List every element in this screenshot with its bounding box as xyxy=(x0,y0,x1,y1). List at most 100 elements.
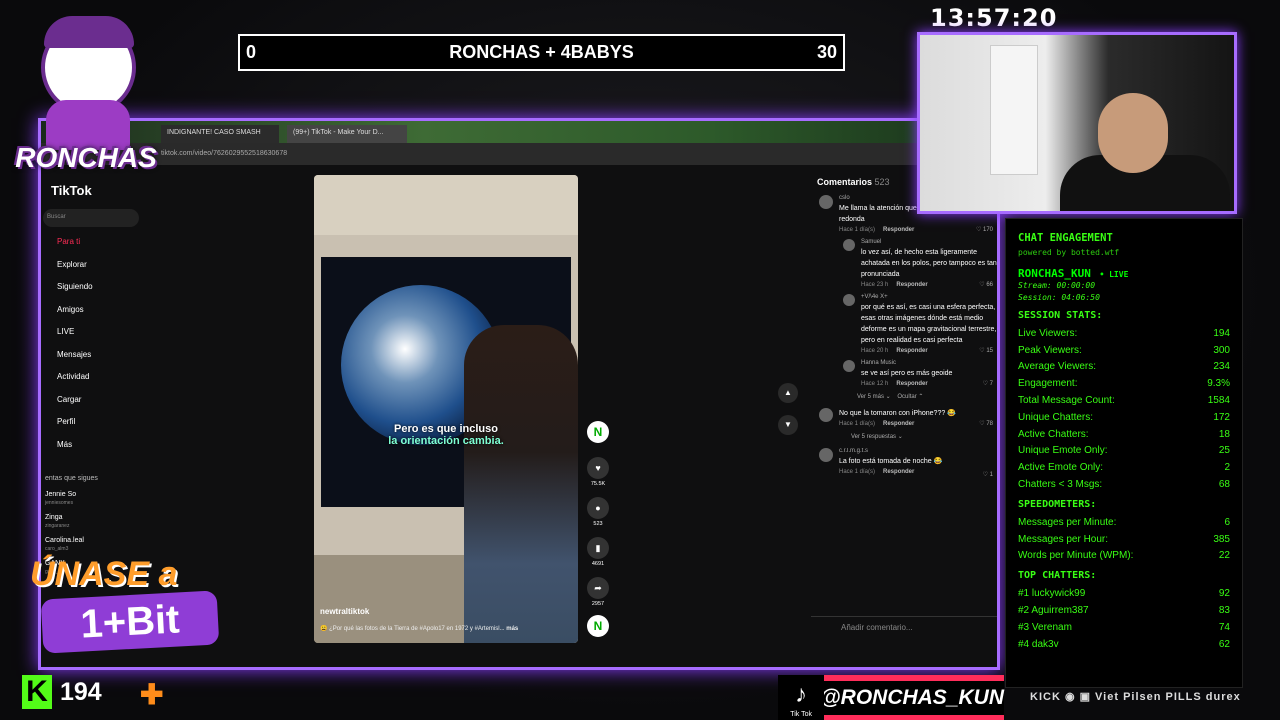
nav-more[interactable]: Más xyxy=(41,440,93,463)
chevron-up-icon[interactable]: ▲ xyxy=(778,383,798,403)
reply-button[interactable]: Responder xyxy=(896,348,927,354)
following-handle: zingaranez xyxy=(45,523,70,529)
comment-icon[interactable]: ● xyxy=(587,497,609,519)
see-more-link[interactable]: Ver 5 más xyxy=(857,394,884,400)
kick-icon: K xyxy=(22,675,52,709)
stat-value: 300 xyxy=(1213,344,1230,356)
creator-avatar[interactable]: N xyxy=(587,421,609,443)
stat-row: Unique Chatters: 172 xyxy=(1018,409,1230,426)
stat-row: Average Viewers: 234 xyxy=(1018,359,1230,376)
avatar[interactable] xyxy=(819,195,833,209)
nav-explore[interactable]: Explorar xyxy=(41,260,93,283)
comment-author[interactable]: +V/\4e X+ xyxy=(861,294,997,300)
more-link[interactable]: más xyxy=(506,626,518,632)
nav-live[interactable]: LIVE xyxy=(41,327,93,350)
stat-row: Chatters < 3 Msgs: 68 xyxy=(1018,476,1230,493)
comments-panel: Comentarios 523 cslo Me llama la atenció… xyxy=(811,175,997,655)
reply-button[interactable]: Responder xyxy=(883,469,914,475)
add-comment-input[interactable]: Añadir comentario... xyxy=(811,616,997,638)
share-icon[interactable]: ➦ xyxy=(587,577,609,599)
scoreboard: 0 RONCHAS + 4BABYS 30 xyxy=(238,34,845,71)
speed-value: 22 xyxy=(1218,550,1230,562)
video-actions: N ♥ 75.5K ● 523 ▮ 4691 ➦ 2957 N xyxy=(586,421,610,651)
nav-friends[interactable]: Amigos xyxy=(41,305,93,328)
panel-powered: powered by botted.wtf xyxy=(1018,248,1120,257)
address-bar[interactable]: tiktok.com/video/7626029552518630678 xyxy=(41,143,997,165)
comment-likes[interactable]: ♡ 1 xyxy=(983,471,993,478)
comments-title: Comentarios xyxy=(817,177,873,187)
tiktok-logo[interactable]: TikTok xyxy=(51,183,92,198)
avatar[interactable] xyxy=(819,408,833,422)
reply-button[interactable]: Responder xyxy=(896,282,927,288)
session-stats-title: SESSION STATS: xyxy=(1018,310,1103,321)
following-account[interactable]: Zinga zingaranez xyxy=(45,514,69,530)
video-player[interactable]: Pero es que incluso la orientación cambi… xyxy=(314,175,578,643)
chatter-count: 62 xyxy=(1218,638,1230,650)
comment-text: se ve así pero es más geoide xyxy=(861,370,953,377)
nav-following[interactable]: Siguiendo xyxy=(41,282,93,305)
reply-button[interactable]: Responder xyxy=(883,421,914,427)
nav-activity[interactable]: Actividad xyxy=(41,372,93,395)
see-replies-text: Ver 5 respuestas xyxy=(851,434,897,440)
comment-meta: Hace 1 día(s) Responder xyxy=(839,469,997,475)
comment-likes[interactable]: ♡ 7 xyxy=(983,380,993,387)
chevron-down-icon[interactable]: ▼ xyxy=(778,415,798,435)
avatar[interactable] xyxy=(843,239,855,251)
stat-value: 234 xyxy=(1213,361,1230,373)
stat-row: Engagement: 9.3% xyxy=(1018,375,1230,392)
video-username[interactable]: newtraltiktok xyxy=(320,607,369,616)
comment-likes[interactable]: ♡ 66 xyxy=(979,281,993,288)
score-right: 30 xyxy=(816,42,837,62)
comment-likes[interactable]: ♡ 78 xyxy=(979,420,993,427)
comment-text: La foto está tomada de noche 😂 xyxy=(839,458,943,465)
following-account[interactable]: Carolina.leal caro_alm3 xyxy=(45,537,84,553)
following-account[interactable]: Jennie So jenniesomes xyxy=(45,491,76,507)
avatar[interactable] xyxy=(843,360,855,372)
nav-profile[interactable]: Perfil xyxy=(41,417,93,440)
browser-tab-active[interactable]: (99+) TikTok - Make Your D... xyxy=(287,125,407,143)
comment-author[interactable]: Samuel xyxy=(861,239,997,245)
hide-link[interactable]: Ocultar xyxy=(897,394,916,400)
sound-avatar[interactable]: N xyxy=(587,615,609,637)
comment-time: Hace 12 h xyxy=(861,381,889,387)
following-name: Jennie So xyxy=(45,491,77,498)
chatter-row: #2 Aguirrem387 83 xyxy=(1018,602,1230,619)
nav-upload[interactable]: Cargar xyxy=(41,395,93,418)
caption-line-2: la orientación cambia. xyxy=(388,435,504,447)
reply-button[interactable]: Responder xyxy=(883,227,914,233)
stream-clock: 13:57:20 xyxy=(930,4,1058,32)
comment-author[interactable]: c.r.l.m.g.t.s xyxy=(839,448,997,454)
nav-for-you[interactable]: Para ti xyxy=(41,237,93,260)
avatar[interactable] xyxy=(843,294,855,306)
browser-tab[interactable]: INDIGNANTE! CASO SMASH xyxy=(161,125,279,143)
stat-label: Active Chatters: xyxy=(1018,428,1089,440)
stat-value: 68 xyxy=(1218,479,1230,491)
plus-icon: ✚ xyxy=(140,679,164,710)
chatter-row: #3 Verenam 74 xyxy=(1018,619,1230,636)
chat-engagement-panel: CHAT ENGAGEMENT powered by botted.wtf RO… xyxy=(1005,218,1243,688)
comment-likes[interactable]: ♡ 170 xyxy=(976,226,993,233)
see-replies-link[interactable]: Ver 5 respuestas ⌄ xyxy=(811,433,997,440)
comment-time: Hace 1 día(s) xyxy=(839,421,876,427)
speed-label: Messages per Hour: xyxy=(1018,533,1109,545)
bookmark-icon[interactable]: ▮ xyxy=(587,537,609,559)
search-input[interactable]: Buscar xyxy=(43,209,139,227)
nav-messages[interactable]: Mensajes xyxy=(41,350,93,373)
chatter-count: 83 xyxy=(1218,605,1230,617)
likes-count: 75.5K xyxy=(590,481,606,487)
comment-author[interactable]: Hanna Music xyxy=(861,360,997,366)
chatter-row: #1 luckywick99 92 xyxy=(1018,585,1230,602)
video-wall xyxy=(314,175,578,235)
stat-label: Chatters < 3 Msgs: xyxy=(1018,479,1103,491)
comment-likes[interactable]: ♡ 15 xyxy=(979,347,993,354)
stat-value: 9.3% xyxy=(1207,378,1230,390)
comments-count: 523 xyxy=(593,521,603,527)
heart-icon[interactable]: ♥ xyxy=(587,457,609,479)
reply-button[interactable]: Responder xyxy=(896,381,927,387)
speed-label: Words per Minute (WPM): xyxy=(1018,550,1134,562)
comment-time: Hace 1 día(s) xyxy=(839,469,876,475)
avatar[interactable] xyxy=(819,448,833,462)
comment-likes-count: 1 xyxy=(989,472,993,478)
chatter-row: #4 dak3v 62 xyxy=(1018,636,1230,653)
saves-count: 4691 xyxy=(591,561,605,567)
